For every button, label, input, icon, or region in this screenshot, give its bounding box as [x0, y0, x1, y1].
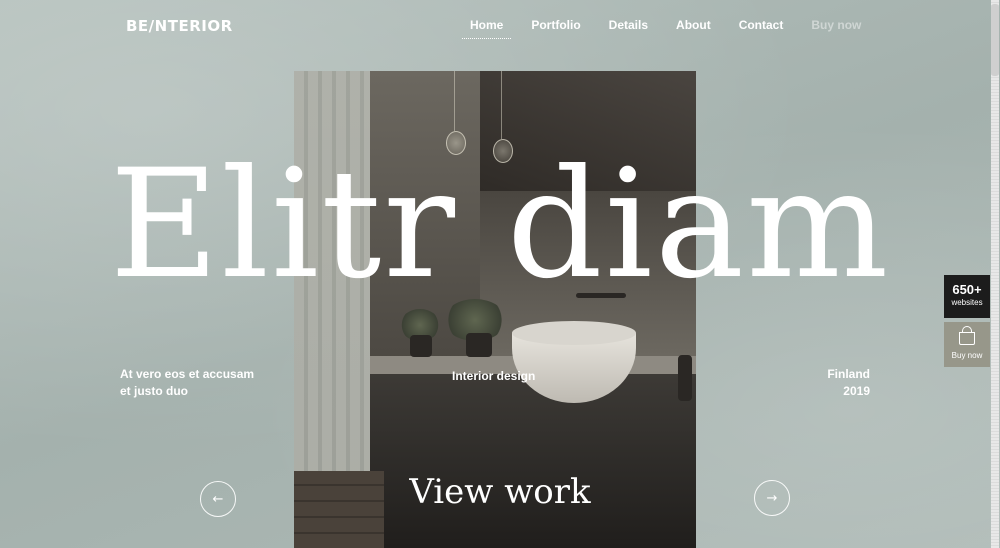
nav-item-home[interactable]: Home [461, 18, 512, 39]
websites-count-badge[interactable]: 650+ websites [944, 275, 990, 318]
buy-now-badge[interactable]: Buy now [944, 322, 990, 367]
nav-item-buy-now[interactable]: Buy now [811, 18, 861, 32]
hero-intro-text: At vero eos et accusam et justo duo [120, 366, 254, 400]
scrollbar-thumb[interactable] [991, 4, 999, 76]
hero-category: Interior design [452, 369, 536, 383]
nav-item-about[interactable]: About [676, 18, 711, 32]
hero-intro-line: At vero eos et accusam [120, 367, 255, 381]
hero-headline: Elitr diam [109, 138, 891, 312]
nav-item-portfolio[interactable]: Portfolio [531, 18, 580, 32]
plant-pot [410, 335, 432, 357]
hero-intro-line: et justo duo [120, 384, 188, 398]
arrow-left-icon: ← [212, 491, 224, 507]
photo-counter [370, 374, 696, 548]
nav-item-contact[interactable]: Contact [739, 18, 784, 32]
arrow-right-icon: → [766, 490, 778, 506]
plant-pot [466, 333, 492, 357]
view-work-link[interactable]: View work [0, 472, 1000, 512]
next-slide-button[interactable]: → [754, 480, 790, 516]
hero-year: 2019 [843, 384, 870, 398]
page-scrollbar[interactable] [991, 0, 999, 548]
main-nav: Home Portfolio Details About Contact Buy… [461, 18, 889, 39]
nav-item-details[interactable]: Details [609, 18, 648, 32]
buy-now-label: Buy now [951, 351, 983, 360]
soap-bottle [678, 355, 692, 401]
websites-label: websites [951, 298, 983, 307]
lamp-wire [501, 71, 502, 139]
shopping-bag-icon [959, 326, 975, 345]
lamp-wire [454, 71, 455, 131]
hero-meta: Finland 2019 [827, 366, 870, 400]
hero-location: Finland [827, 367, 870, 381]
site-logo[interactable]: BE/NTERIOR [126, 17, 233, 35]
prev-slide-button[interactable]: ← [200, 481, 236, 517]
websites-count: 650+ [952, 282, 982, 297]
